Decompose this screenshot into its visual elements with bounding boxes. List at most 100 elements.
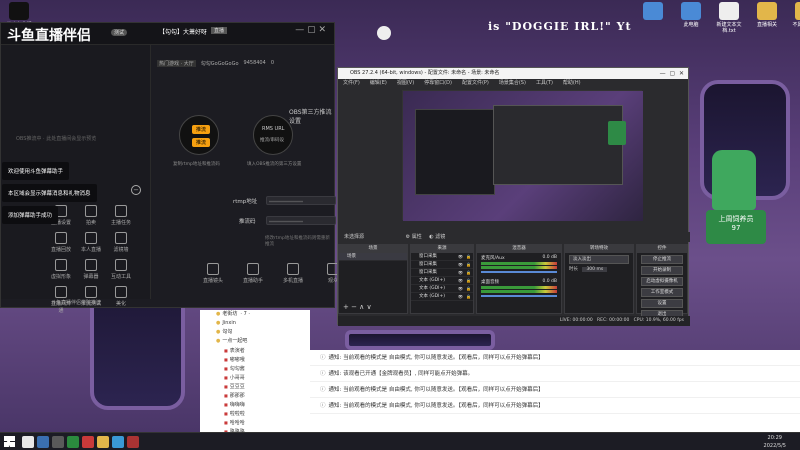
lock-icon[interactable]: 🔒 xyxy=(466,293,471,301)
control-button[interactable]: 开始录制 xyxy=(641,266,683,275)
taskbar-app-icon[interactable] xyxy=(112,436,124,448)
bottom-tool[interactable]: 多机直播 xyxy=(281,263,305,284)
tool-item[interactable]: 主播任务 xyxy=(109,205,133,226)
chat-user[interactable]: ● 老街坊 · 7 · xyxy=(200,310,310,319)
code-field[interactable]: ***************** xyxy=(266,216,336,225)
avatar[interactable] xyxy=(377,26,391,40)
menu-item[interactable]: 停靠窗口(D) xyxy=(424,80,452,86)
rec-time: 00:00:00 xyxy=(609,318,630,323)
transition-duration: 时长 300 ms xyxy=(565,266,633,272)
desktop-icon[interactable]: 此电脑 xyxy=(674,2,708,34)
tool-item[interactable]: 滤镜墙 xyxy=(109,232,133,253)
taskbar-app-icon[interactable] xyxy=(37,436,49,448)
eye-icon[interactable]: 👁 xyxy=(458,277,463,285)
danmu-item[interactable]: ■ 表演者 xyxy=(200,346,310,355)
scene-item[interactable]: 场景 xyxy=(339,253,407,261)
filters-button[interactable]: ◐ 滤镜 xyxy=(429,234,445,240)
danmu-item[interactable]: ■ 豆豆豆 xyxy=(200,382,310,391)
bottom-tool-icon xyxy=(247,263,259,275)
source-item[interactable]: 窗口采集 👁 🔒 xyxy=(411,269,473,277)
properties-button[interactable]: ⚙ 属性 xyxy=(406,234,422,240)
danmu-item[interactable]: ■ 小哥哥 xyxy=(200,373,310,382)
danmu-item[interactable]: ■ 嘟嘟哦 xyxy=(200,355,310,364)
danmu-item[interactable]: ■ 那那那 xyxy=(200,391,310,400)
clock[interactable]: 20:29 2022/5/5 xyxy=(764,434,786,450)
menu-item[interactable]: 编辑(E) xyxy=(370,80,387,86)
transition-select[interactable]: 淡入淡出 xyxy=(569,255,629,264)
menu-item[interactable]: 场景集合(S) xyxy=(499,80,526,86)
tool-item[interactable]: 拍卖 xyxy=(79,205,103,226)
lock-icon[interactable]: 🔒 xyxy=(466,285,471,293)
rtmp-field[interactable]: ***************** xyxy=(266,196,336,205)
eye-icon[interactable]: 👁 xyxy=(458,261,463,269)
tool-item[interactable]: 美化 xyxy=(109,286,133,314)
bottom-tool[interactable]: 直播助手 xyxy=(241,263,265,284)
menu-item[interactable]: 工具(T) xyxy=(536,80,553,86)
control-button[interactable]: 设置 xyxy=(641,299,683,308)
scene-add-remove[interactable]: + − ∧ ∨ xyxy=(343,303,372,311)
control-list: 停止推流 开始录制 启动虚拟摄像机 工作室模式 设置 退出 xyxy=(637,255,687,319)
tool-item[interactable]: 互动工具 xyxy=(109,259,133,280)
mixer-header: 麦克风/Aux 0.0 dB xyxy=(481,255,557,261)
volume-slider[interactable] xyxy=(481,295,557,297)
source-item[interactable]: 文本 (GDI+) 👁 🔒 xyxy=(411,277,473,285)
filters-label: 滤镜 xyxy=(435,234,446,240)
step1-btn1[interactable]: 推流 xyxy=(192,125,211,134)
danmu-item[interactable]: ■ 哈哈哈 xyxy=(200,418,310,427)
menu-item[interactable]: 配置文件(P) xyxy=(462,80,489,86)
chat-user[interactable]: ● Jinxin xyxy=(200,319,310,328)
start-icon[interactable] xyxy=(4,436,15,447)
source-item[interactable]: 窗口采集 👁 🔒 xyxy=(411,261,473,269)
desktop-icon[interactable]: 新建文本文档.txt xyxy=(712,2,746,34)
room-title[interactable]: 【勾勾】大萧好呀 xyxy=(159,27,207,36)
menu-item[interactable]: 帮助(H) xyxy=(563,80,581,86)
taskbar-app-icon[interactable] xyxy=(67,436,79,448)
chat-user[interactable]: ● 勾勾 xyxy=(200,328,310,337)
lock-icon[interactable]: 🔒 xyxy=(466,269,471,277)
taskbar-app-icon[interactable] xyxy=(52,436,64,448)
obs-preview[interactable] xyxy=(402,90,643,221)
source-item[interactable]: 文本 (GDI+) 👁 🔒 xyxy=(411,293,473,301)
tool-item[interactable]: 直播回放 xyxy=(49,232,73,253)
eye-icon[interactable]: 👁 xyxy=(458,253,463,261)
duration-input[interactable]: 300 ms xyxy=(582,267,608,272)
danmu-item[interactable]: ■ 啦啦啦 xyxy=(200,409,310,418)
danmu-item[interactable]: ■ 勾勾酱 xyxy=(200,364,310,373)
lock-icon[interactable]: 🔒 xyxy=(466,261,471,269)
danmu-item[interactable]: ■ 嗨嗨嗨 xyxy=(200,400,310,409)
scenes-dock: 场景 场景 + − ∧ ∨ xyxy=(338,244,408,314)
tool-label: 主播任务 xyxy=(110,220,131,226)
volume-slider[interactable] xyxy=(481,271,557,273)
chat-user[interactable]: ● 一点一起吧 xyxy=(200,337,310,346)
step1-btn2[interactable]: 推流 xyxy=(192,138,211,147)
category[interactable]: 热门游戏 · 大厅 xyxy=(157,60,196,67)
lock-icon[interactable]: 🔒 xyxy=(466,253,471,261)
minus-icon[interactable]: − xyxy=(131,185,141,195)
tool-item[interactable]: 本人直播 xyxy=(79,232,103,253)
room-tag[interactable]: 直播 xyxy=(211,27,228,34)
eye-icon[interactable]: 👁 xyxy=(458,269,463,277)
user-badge-icon: ● xyxy=(216,329,221,335)
menu-item[interactable]: 文件(F) xyxy=(343,80,360,86)
bottom-tool[interactable]: 直播镜头 xyxy=(201,263,225,284)
window-controls[interactable]: — ▢ ✕ xyxy=(295,25,326,35)
desktop-icon[interactable]: 直播相关 xyxy=(750,2,784,34)
eye-icon[interactable]: 👁 xyxy=(458,285,463,293)
control-button[interactable]: 停止推流 xyxy=(641,255,683,264)
desktop-icon[interactable] xyxy=(636,2,670,34)
taskbar-app-icon[interactable] xyxy=(97,436,109,448)
taskbar-app-icon[interactable] xyxy=(22,436,34,448)
source-item[interactable]: 文本 (GDI+) 👁 🔒 xyxy=(411,285,473,293)
desktop-icon[interactable]: 不属于你的 xyxy=(788,2,800,34)
menu-item[interactable]: 视图(V) xyxy=(397,80,414,86)
obs-window-controls[interactable]: — ▢ ✕ xyxy=(660,68,684,79)
taskbar-app-icon[interactable] xyxy=(82,436,94,448)
eye-icon[interactable]: 👁 xyxy=(458,293,463,301)
lock-icon[interactable]: 🔒 xyxy=(466,277,471,285)
taskbar-app-icon[interactable] xyxy=(127,436,139,448)
control-button[interactable]: 工作室模式 xyxy=(641,288,683,297)
source-item[interactable]: 窗口采集 👁 🔒 xyxy=(411,253,473,261)
tool-item[interactable]: 虚拟形象 xyxy=(49,259,73,280)
control-button[interactable]: 启动虚拟摄像机 xyxy=(641,277,683,286)
tool-item[interactable]: 弹幕器 xyxy=(79,259,103,280)
